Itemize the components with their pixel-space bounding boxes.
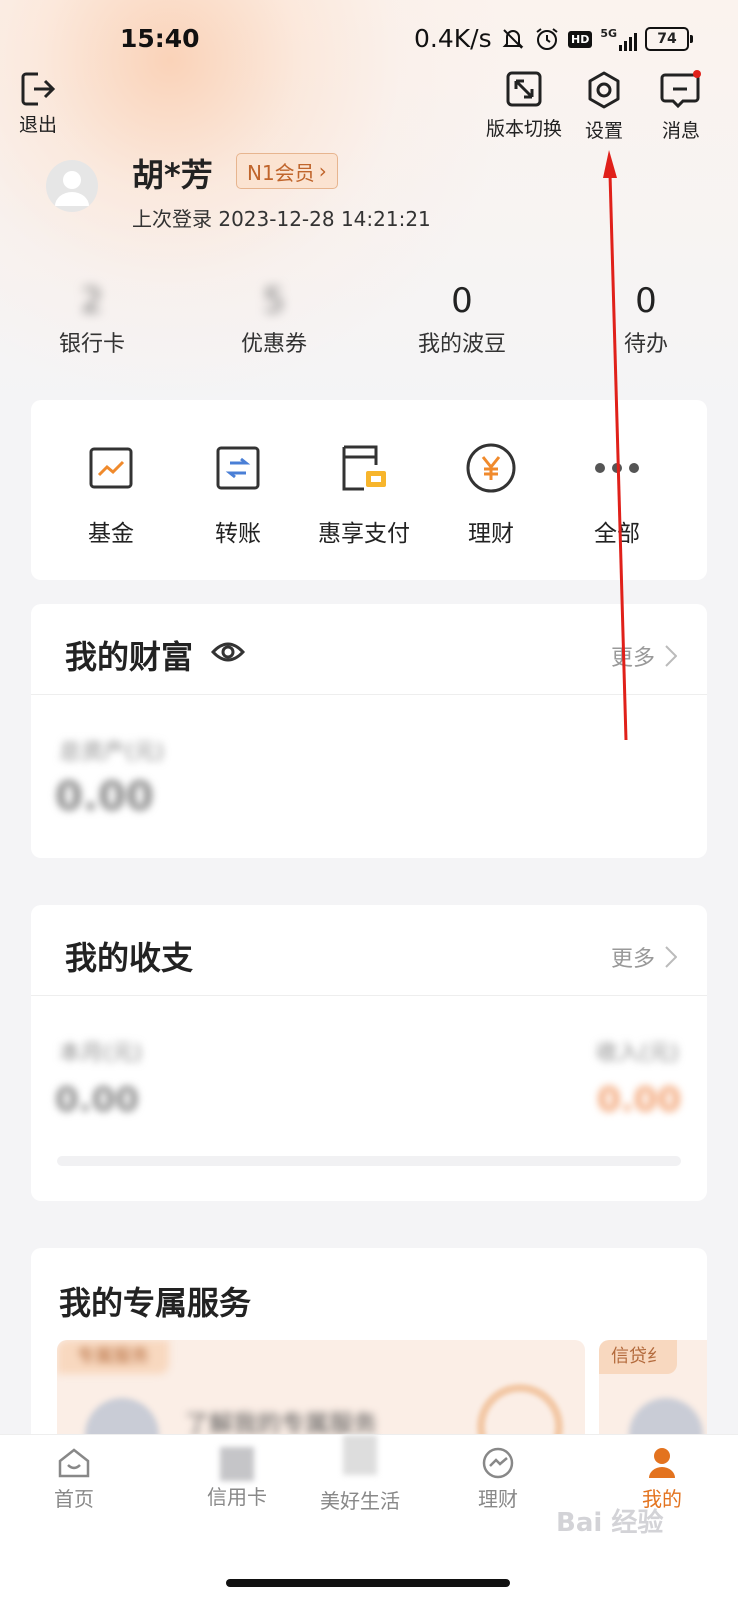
shortcut-label: 转账: [215, 521, 261, 547]
stat-label: 我的波豆: [417, 332, 506, 357]
avatar[interactable]: [46, 160, 98, 212]
shortcut-transfer[interactable]: 转账: [178, 440, 298, 548]
member-badge-label: N1会员: [247, 160, 315, 185]
yen-coin-icon: [466, 443, 516, 493]
shortcut-label: 理财: [468, 521, 514, 547]
chevron-right-icon: [665, 946, 677, 968]
user-name: 胡*芳: [132, 156, 213, 194]
user-avatar-icon: [55, 171, 89, 206]
more-label: 更多: [610, 646, 655, 671]
logout-icon: [21, 72, 56, 106]
income-title: 我的收支: [65, 939, 194, 977]
status-time: 15:40: [120, 24, 200, 53]
wealth-total-value: 0.00: [55, 774, 154, 820]
logout-label: 退出: [18, 114, 57, 136]
stat-value: 0: [451, 281, 473, 321]
stat-label: 银行卡: [58, 332, 125, 357]
wealth-title: 我的财富: [65, 638, 194, 676]
status-icons: HD 5G 74: [500, 26, 694, 52]
stat-value: 2: [81, 281, 103, 321]
fund-chart-icon: [89, 447, 133, 489]
message-icon: [660, 70, 701, 109]
stat-bank-cards[interactable]: 2 银行卡: [17, 280, 167, 358]
network-speed: 0.4K/s: [414, 24, 492, 53]
income-left-label: 本月(元): [59, 1041, 143, 1066]
shortcut-label: 惠享支付: [318, 521, 410, 547]
mute-bell-icon: [502, 29, 524, 49]
income-left-value: 0.00: [55, 1080, 139, 1120]
shortcut-pay[interactable]: 惠享支付: [304, 440, 424, 548]
wealth-total-label: 总资产(元): [59, 740, 165, 765]
settings-button[interactable]: 设置: [584, 70, 624, 143]
member-badge[interactable]: N1会员 ›: [236, 153, 338, 189]
services-title: 我的专属服务: [59, 1284, 252, 1322]
chevron-right-icon: ›: [318, 159, 327, 183]
logout-button[interactable]: 退出: [18, 70, 58, 137]
transfer-arrows-icon: [216, 446, 260, 490]
good-life-icon: [343, 1435, 377, 1475]
tab-label: 美好生活: [320, 1489, 400, 1513]
income-right-label: 收入(元): [595, 1041, 679, 1066]
tab-good-life[interactable]: 美好生活: [290, 1435, 430, 1514]
settings-label: 设置: [584, 120, 623, 142]
tab-credit-card[interactable]: 信用卡: [167, 1447, 307, 1510]
divider: [31, 995, 707, 996]
messages-label: 消息: [661, 120, 700, 142]
credit-card-icon: [220, 1447, 254, 1481]
battery-icon: 74: [645, 27, 694, 51]
stat-label: 待办: [623, 332, 668, 357]
messages-button[interactable]: 消息: [660, 70, 702, 143]
card-pay-icon: [342, 445, 386, 491]
stat-coupons[interactable]: 5 优惠券: [199, 280, 349, 358]
user-icon: [649, 1448, 675, 1478]
stat-value: 0: [635, 281, 657, 321]
tab-home[interactable]: 首页: [4, 1447, 144, 1512]
stat-todo[interactable]: 0 待办: [571, 280, 721, 358]
tab-label: 理财: [478, 1487, 518, 1511]
more-dots-icon: [595, 463, 639, 473]
service-tag-2: 信贷纟: [599, 1340, 677, 1374]
expand-icon: [506, 71, 542, 107]
tab-label: 信用卡: [207, 1485, 267, 1509]
home-indicator: [226, 1579, 510, 1587]
income-more-link[interactable]: 更多: [611, 941, 677, 973]
more-label: 更多: [610, 947, 655, 972]
signal-icon: 5G: [600, 27, 638, 51]
wealth-card: 我的财富 更多 总资产(元) 0.00: [31, 604, 707, 858]
shortcut-fund[interactable]: 基金: [51, 440, 171, 548]
stat-bodou[interactable]: 0 我的波豆: [387, 280, 537, 358]
watermark: Bai 经验: [556, 1508, 664, 1538]
shortcut-wealth[interactable]: 理财: [431, 440, 551, 548]
shortcuts-card: 基金 转账 惠享支付 理财 全部: [31, 400, 707, 580]
hd-icon: HD: [568, 30, 593, 48]
income-card: 我的收支 更多 本月(元) 0.00 收入(元) 0.00: [31, 905, 707, 1201]
shortcut-all[interactable]: 全部: [557, 440, 677, 548]
version-switch-button[interactable]: 版本切换: [486, 70, 562, 141]
last-login-text: 上次登录 2023-12-28 14:21:21: [132, 207, 431, 231]
home-icon: [58, 1448, 90, 1478]
gear-icon: [588, 71, 620, 109]
version-switch-label: 版本切换: [486, 118, 563, 140]
service-tag: 专属服务: [57, 1340, 169, 1374]
shortcut-label: 基金: [88, 521, 134, 547]
eye-icon[interactable]: [211, 640, 245, 664]
wealth-chart-icon: [482, 1447, 514, 1479]
stat-label: 优惠券: [240, 332, 307, 357]
alarm-icon: [536, 28, 558, 50]
shortcut-label: 全部: [594, 521, 640, 547]
chevron-right-icon: [665, 645, 677, 667]
divider: [31, 694, 707, 695]
tab-wealth[interactable]: 理财: [428, 1447, 568, 1512]
income-right-value: 0.00: [597, 1080, 681, 1120]
tab-label: 首页: [54, 1487, 94, 1511]
stat-value: 5: [263, 281, 285, 321]
income-progress-track: [57, 1156, 681, 1166]
wealth-more-link[interactable]: 更多: [611, 640, 677, 672]
